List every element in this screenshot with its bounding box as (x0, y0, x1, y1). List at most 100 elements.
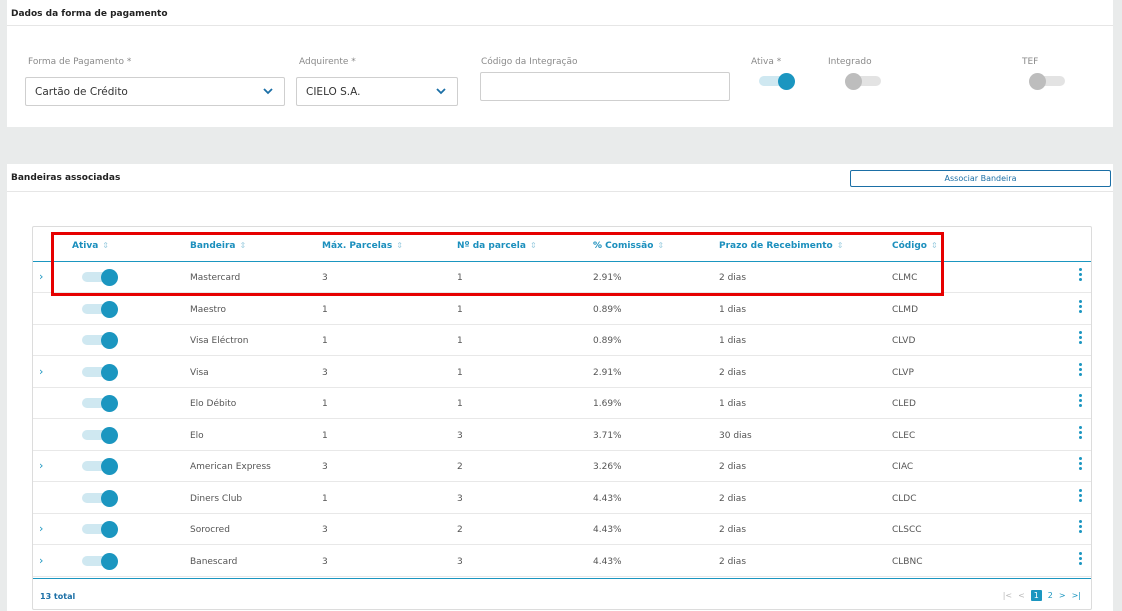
cell-comissao: 3.71% (593, 430, 622, 441)
adquirente-value: CIELO S.A. (306, 86, 361, 98)
kebab-menu-icon[interactable] (1079, 268, 1082, 283)
forma-pagamento-value: Cartão de Crédito (35, 86, 128, 98)
bandeiras-table: Ativa ⇕ Bandeira ⇕ Máx. Parcelas ⇕ Nº da pa… (32, 226, 1092, 610)
kebab-menu-icon[interactable] (1079, 488, 1082, 504)
kebab-menu-icon[interactable] (1079, 551, 1082, 567)
row-active-toggle[interactable] (82, 521, 118, 538)
cell-prazo: 30 dias (719, 430, 752, 441)
adquirente-select[interactable]: CIELO S.A. (296, 77, 458, 106)
kebab-menu-icon[interactable] (1079, 362, 1082, 378)
cell-prazo: 2 dias (719, 273, 747, 283)
table-row: › Sorocred 3 2 4.43% 2 dias CLSCC (33, 514, 1091, 545)
chevron-right-icon[interactable]: › (39, 270, 43, 283)
cell-num-parcela: 1 (457, 273, 463, 283)
cell-prazo: 2 dias (719, 556, 747, 567)
page-current[interactable]: 1 (1030, 590, 1042, 601)
cell-codigo: CIAC (892, 462, 914, 472)
cell-max-parcelas: 1 (322, 304, 328, 315)
chevron-right-icon[interactable]: › (39, 522, 43, 535)
tef-toggle[interactable] (1029, 73, 1065, 90)
cell-bandeira: Elo Débito (190, 399, 237, 409)
cell-num-parcela: 1 (457, 336, 463, 346)
cell-max-parcelas: 3 (322, 556, 328, 567)
column-label: Bandeira (190, 241, 236, 251)
column-header-prazo[interactable]: Prazo de Recebimento ⇕ (719, 241, 843, 251)
cell-num-parcela: 1 (457, 399, 463, 409)
kebab-menu-icon[interactable] (1079, 425, 1082, 441)
column-label: Ativa (72, 241, 99, 251)
kebab-menu-icon[interactable] (1079, 331, 1082, 346)
next-page-icon[interactable]: > (1059, 591, 1066, 600)
column-header-codigo[interactable]: Código ⇕ (892, 241, 938, 251)
prev-page-icon[interactable]: < (1018, 591, 1025, 600)
column-label: % Comissão (593, 241, 654, 251)
page-next-number[interactable]: 2 (1048, 591, 1053, 600)
kebab-menu-icon[interactable] (1079, 299, 1082, 315)
sort-icon: ⇕ (396, 241, 403, 250)
column-header-max-parcelas[interactable]: Máx. Parcelas ⇕ (322, 241, 403, 251)
codigo-integracao-input[interactable] (480, 72, 730, 101)
row-active-toggle[interactable] (82, 552, 118, 570)
divider (7, 191, 1113, 192)
column-header-comissao[interactable]: % Comissão ⇕ (593, 241, 664, 251)
cell-prazo: 2 dias (719, 493, 747, 504)
row-active-toggle[interactable] (82, 363, 118, 381)
row-active-toggle[interactable] (82, 426, 118, 444)
chevron-down-icon (263, 88, 273, 95)
cell-bandeira: American Express (190, 462, 271, 472)
cell-bandeira: Elo (190, 430, 204, 441)
cell-codigo: CLMD (892, 304, 918, 315)
forma-pagamento-select[interactable]: Cartão de Crédito (25, 77, 285, 106)
kebab-menu-icon[interactable] (1079, 394, 1082, 409)
row-active-toggle[interactable] (82, 395, 118, 412)
cell-num-parcela: 1 (457, 367, 463, 378)
row-active-toggle[interactable] (82, 332, 118, 349)
column-header-num-parcela[interactable]: Nº da parcela ⇕ (457, 241, 537, 251)
cell-max-parcelas: 1 (322, 399, 328, 409)
last-page-icon[interactable]: >| (1072, 591, 1081, 600)
column-header-ativa[interactable]: Ativa ⇕ (72, 241, 109, 251)
cell-num-parcela: 2 (457, 462, 463, 472)
sort-icon: ⇕ (529, 241, 537, 250)
kebab-menu-icon[interactable] (1079, 520, 1082, 535)
cell-codigo: CLDC (892, 493, 917, 504)
column-label: Nº da parcela (457, 241, 526, 251)
cell-max-parcelas: 3 (322, 367, 328, 378)
cell-bandeira: Visa Eléctron (190, 336, 249, 346)
row-active-toggle[interactable] (82, 458, 118, 475)
cell-comissao: 3.26% (593, 462, 622, 472)
row-active-toggle[interactable] (82, 269, 118, 286)
column-header-bandeira[interactable]: Bandeira ⇕ (190, 241, 246, 251)
associar-bandeira-button[interactable]: Associar Bandeira (850, 170, 1111, 187)
first-page-icon[interactable]: |< (1003, 591, 1012, 600)
tef-label: TEF (1022, 57, 1039, 67)
cell-prazo: 2 dias (719, 367, 747, 378)
cell-max-parcelas: 1 (322, 430, 328, 441)
sort-icon: ⇕ (239, 241, 247, 250)
table-row: › Mastercard 3 1 2.91% 2 dias CLMC (33, 262, 1091, 293)
chevron-right-icon[interactable]: › (39, 554, 43, 567)
cell-bandeira: Banescard (190, 556, 238, 567)
column-label: Máx. Parcelas (322, 241, 393, 251)
table-row: Maestro 1 1 0.89% 1 dias CLMD (33, 294, 1091, 325)
cell-bandeira: Mastercard (190, 273, 241, 283)
integrado-toggle[interactable] (845, 73, 881, 90)
total-count: 13 total (40, 592, 76, 601)
cell-comissao: 1.69% (593, 399, 622, 409)
section-title-payment: Dados da forma de pagamento (11, 9, 168, 19)
cell-prazo: 2 dias (719, 462, 747, 472)
table-row: › Visa 3 1 2.91% 2 dias CLVP (33, 357, 1091, 388)
cell-prazo: 2 dias (719, 525, 747, 535)
ativa-toggle[interactable] (759, 73, 795, 90)
cell-bandeira: Diners Club (190, 493, 243, 504)
cell-prazo: 1 dias (719, 399, 747, 409)
cell-comissao: 2.91% (593, 273, 622, 283)
chevron-right-icon[interactable]: › (39, 459, 43, 472)
row-active-toggle[interactable] (82, 300, 118, 318)
cell-comissao: 4.43% (593, 493, 622, 504)
adquirente-label: Adquirente * (299, 57, 356, 67)
row-active-toggle[interactable] (82, 489, 118, 507)
kebab-menu-icon[interactable] (1079, 457, 1082, 472)
cell-comissao: 0.89% (593, 336, 622, 346)
chevron-right-icon[interactable]: › (39, 365, 43, 378)
